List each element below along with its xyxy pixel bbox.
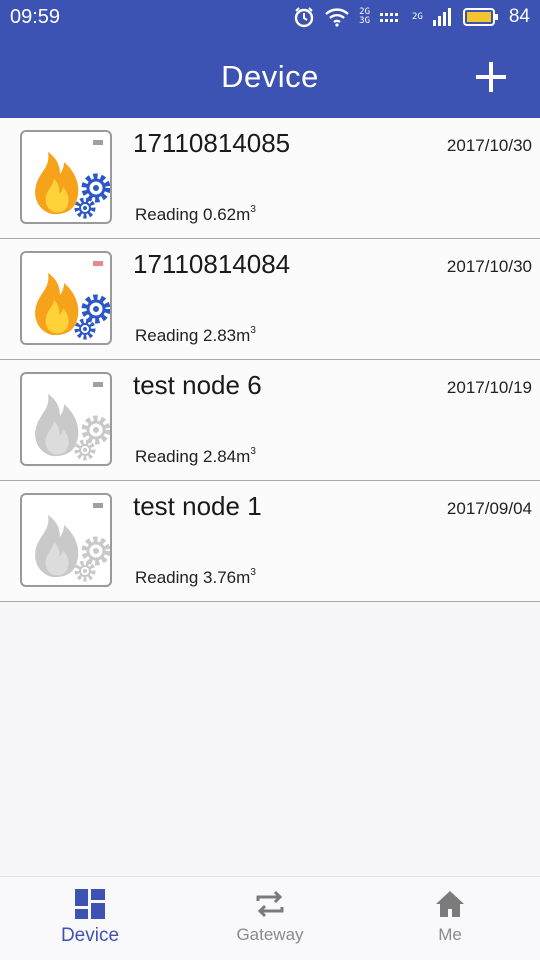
device-date: 2017/09/04 bbox=[446, 499, 532, 518]
tab-gateway[interactable]: Gateway bbox=[180, 877, 360, 960]
gear-icon bbox=[81, 536, 110, 566]
tab-label: Me bbox=[438, 925, 462, 944]
device-reading: Reading 0.62m3 bbox=[135, 204, 256, 225]
device-name: test node 6 bbox=[133, 370, 262, 400]
status-led bbox=[93, 261, 103, 266]
gear-icon bbox=[81, 415, 110, 445]
device-name: 17110814085 bbox=[133, 128, 291, 158]
gear-icon bbox=[81, 294, 110, 324]
battery-level: 84 bbox=[508, 6, 530, 27]
device-thumbnail bbox=[20, 493, 112, 587]
signal-dots-icon bbox=[380, 10, 402, 24]
device-reading: Reading 3.76m3 bbox=[135, 567, 256, 588]
signal-bars-icon bbox=[432, 8, 453, 26]
device-name: 17110814084 bbox=[133, 249, 291, 279]
reading-unit-superscript: 3 bbox=[250, 325, 256, 336]
reading-value: Reading 0.62m bbox=[135, 205, 251, 224]
tab-label: Gateway bbox=[236, 925, 304, 944]
device-date: 2017/10/19 bbox=[446, 378, 532, 397]
add-device-button[interactable] bbox=[474, 60, 508, 94]
device-thumbnail bbox=[20, 130, 112, 224]
device-row[interactable]: test node 6 2017/10/19 Reading 2.84m3 bbox=[0, 360, 540, 481]
status-bar: 09:59 2G 3G 2G 84 bbox=[0, 0, 540, 34]
reading-unit-superscript: 3 bbox=[250, 446, 256, 457]
reading-value: Reading 2.83m bbox=[135, 326, 251, 345]
device-row[interactable]: test node 1 2017/09/04 Reading 3.76m3 bbox=[0, 481, 540, 602]
tab-label: Device bbox=[60, 925, 120, 946]
flame-icon bbox=[35, 394, 79, 457]
dashboard-icon bbox=[75, 889, 105, 919]
gear-icon bbox=[74, 439, 96, 461]
status-time: 09:59 bbox=[10, 5, 61, 28]
bottom-tab-bar: Device Gateway Me bbox=[0, 876, 540, 960]
tab-device[interactable]: Device bbox=[0, 877, 180, 960]
flame-icon bbox=[35, 273, 79, 336]
wifi-icon bbox=[325, 7, 349, 27]
gear-icon bbox=[81, 173, 110, 203]
status-led bbox=[93, 140, 103, 145]
device-date: 2017/10/30 bbox=[446, 257, 532, 276]
device-thumbnail bbox=[20, 372, 112, 466]
network-indicator: 2G 3G bbox=[359, 8, 370, 26]
battery-icon bbox=[462, 7, 499, 27]
device-reading: Reading 2.84m3 bbox=[135, 446, 256, 467]
device-date: 2017/10/30 bbox=[446, 136, 532, 155]
device-reading: Reading 2.83m3 bbox=[135, 325, 256, 346]
plus-icon bbox=[476, 62, 506, 92]
network-type-label: 3G bbox=[359, 16, 371, 26]
gear-icon bbox=[74, 197, 96, 219]
gear-icon bbox=[74, 560, 96, 582]
device-row[interactable]: 17110814084 2017/10/30 Reading 2.83m3 bbox=[0, 239, 540, 360]
alarm-icon bbox=[293, 6, 315, 28]
reading-value: Reading 3.76m bbox=[135, 568, 251, 587]
app-bar: 09:59 2G 3G 2G 84 Device bbox=[0, 0, 540, 118]
flame-icon bbox=[35, 515, 79, 578]
status-led bbox=[93, 382, 103, 387]
title-row: Device bbox=[0, 36, 540, 118]
reading-value: Reading 2.84m bbox=[135, 447, 251, 466]
device-thumbnail bbox=[20, 251, 112, 345]
reading-unit-superscript: 3 bbox=[250, 204, 256, 215]
swap-arrows-icon bbox=[256, 890, 284, 918]
reading-unit-superscript: 3 bbox=[250, 567, 256, 578]
device-name: test node 1 bbox=[133, 491, 262, 521]
status-icons: 2G 3G 2G 84 bbox=[293, 6, 530, 28]
flame-icon bbox=[35, 152, 79, 215]
status-led bbox=[93, 503, 103, 508]
home-icon bbox=[436, 891, 464, 917]
device-row[interactable]: 17110814085 2017/10/30 Reading 0.62m3 bbox=[0, 118, 540, 239]
gear-icon bbox=[74, 318, 96, 340]
device-list: 17110814085 2017/10/30 Reading 0.62m3 17… bbox=[0, 118, 540, 602]
network2-indicator: 2G bbox=[412, 11, 423, 22]
tab-me[interactable]: Me bbox=[360, 877, 540, 960]
page-title: Device bbox=[221, 59, 319, 94]
